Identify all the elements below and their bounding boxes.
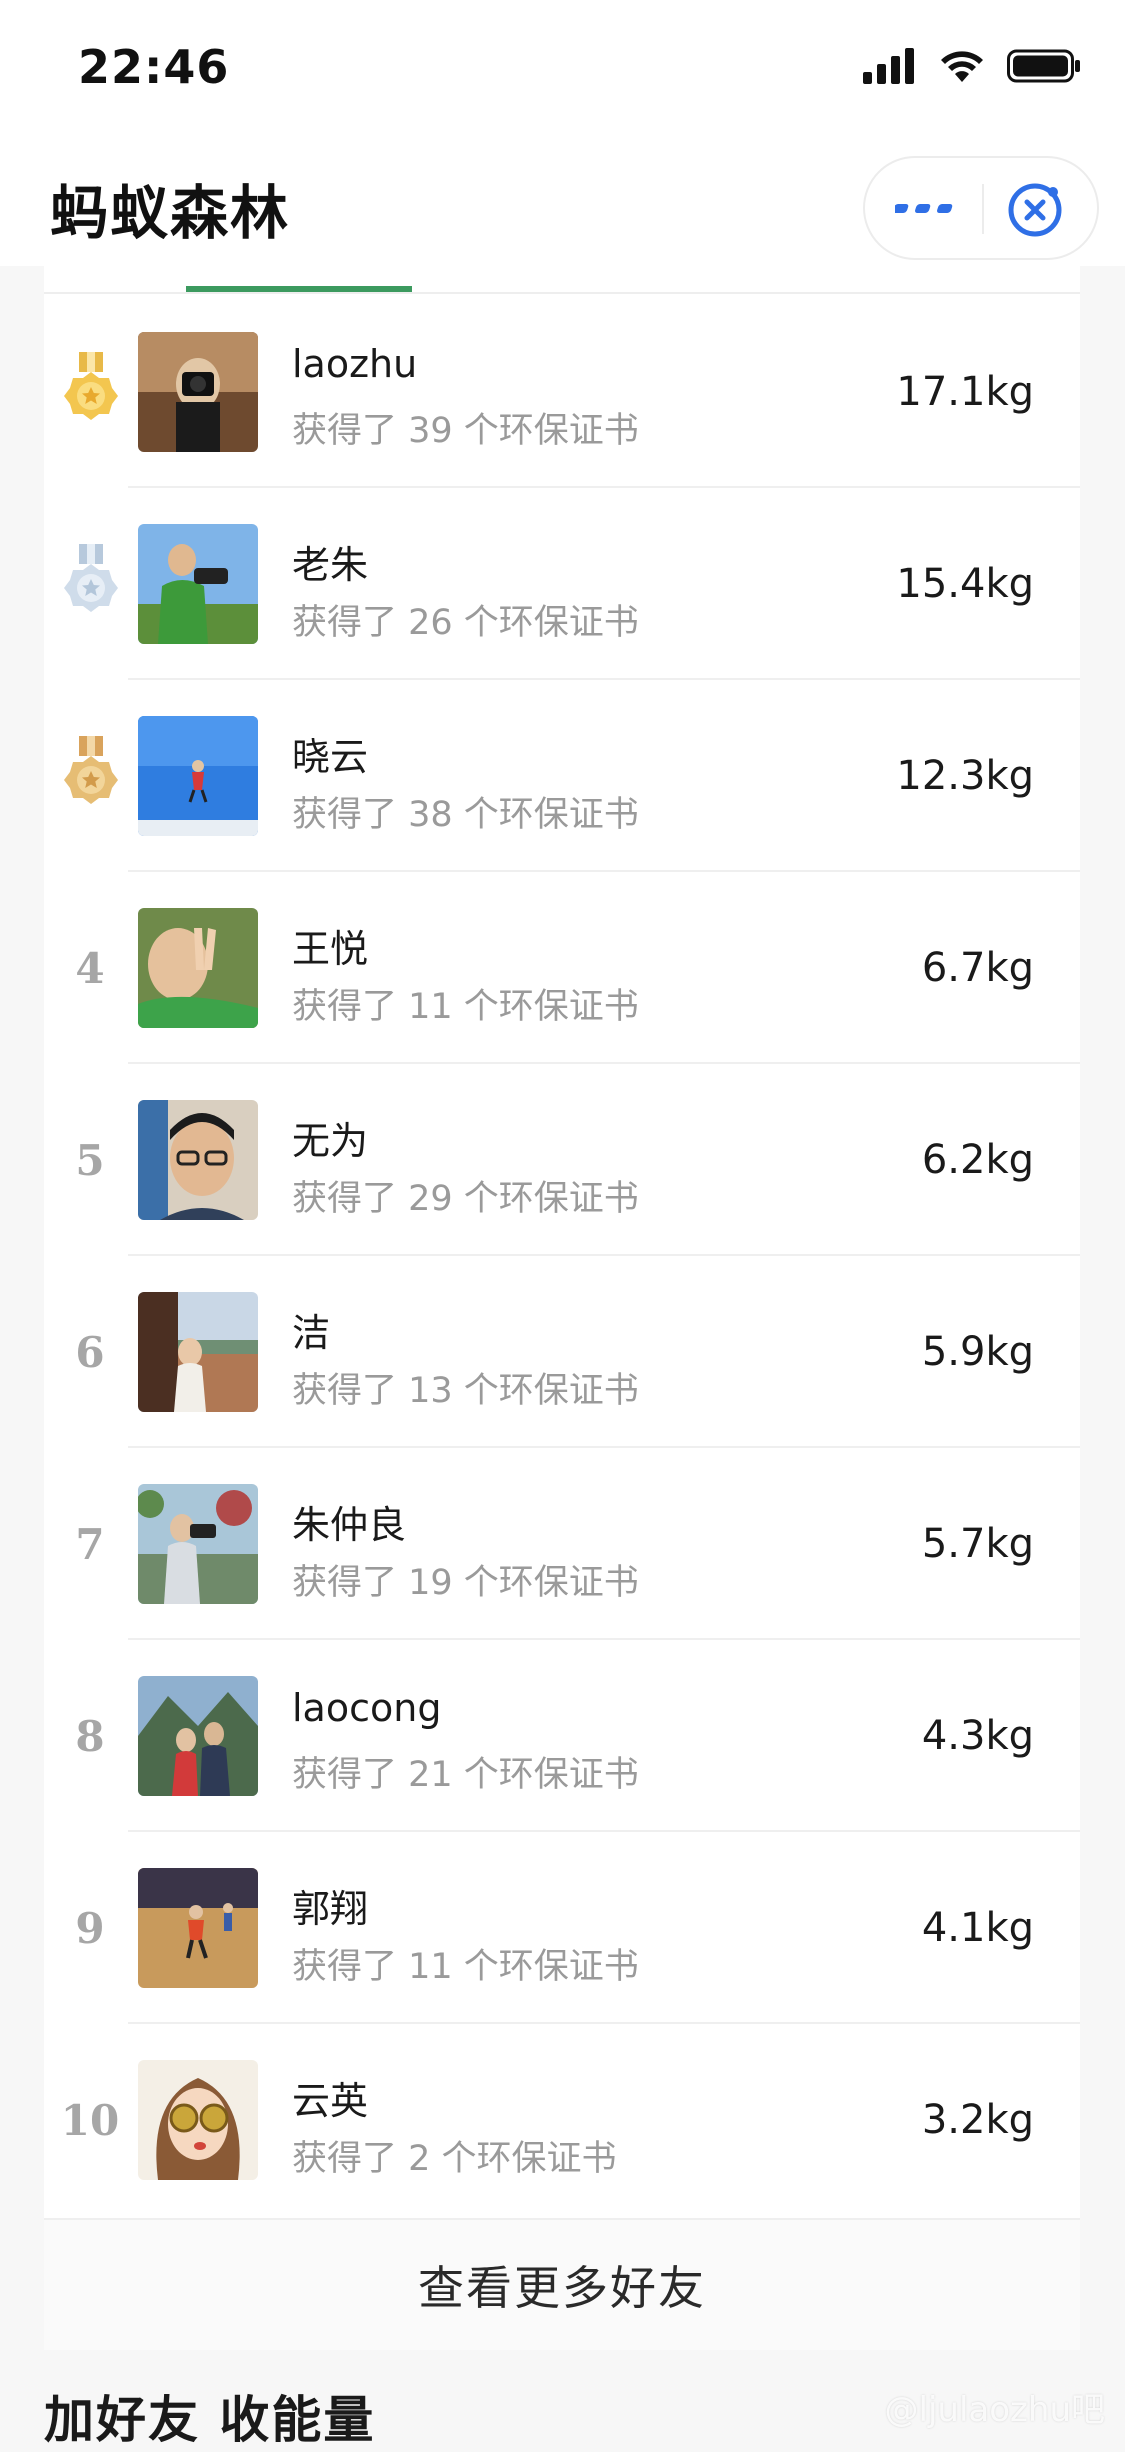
avatar	[138, 1484, 258, 1604]
energy-amount: 4.1kg	[921, 1905, 1034, 1951]
more-button[interactable]	[892, 192, 961, 226]
avatar	[138, 524, 258, 644]
friend-name: 云英	[292, 2079, 369, 2123]
energy-amount: 12.3kg	[896, 753, 1034, 799]
rank-number: 5	[75, 1135, 105, 1185]
close-icon	[1008, 183, 1062, 237]
more-icon	[892, 204, 953, 213]
certificate-count: 获得了 19 个环保证书	[292, 1563, 639, 1603]
friend-name: laocong	[292, 1686, 442, 1730]
silver-medal-icon	[64, 544, 118, 612]
certificate-count: 获得了 29 个环保证书	[292, 1179, 639, 1219]
tab-divider	[44, 292, 1080, 294]
certificate-count: 获得了 21 个环保证书	[292, 1755, 639, 1795]
ranking-row[interactable]: 6 洁 获得了 13 个环保证书 5.9kg	[44, 1256, 1080, 1448]
friend-name: 老朱	[292, 543, 369, 587]
rank-number: 10	[60, 2095, 120, 2145]
view-more-friends-button[interactable]: 查看更多好友	[44, 2218, 1080, 2350]
ranking-row[interactable]: laozhu 获得了 39 个环保证书 17.1kg	[44, 296, 1080, 488]
rank-number: 7	[75, 1519, 105, 1569]
energy-amount: 3.2kg	[921, 2097, 1034, 2143]
friend-name: laozhu	[292, 342, 418, 386]
ranking-row[interactable]: 7 朱仲良 获得了 19 个环保证书 5.7kg	[44, 1448, 1080, 1640]
capsule-divider	[982, 184, 984, 234]
rank-number: 6	[75, 1327, 105, 1377]
energy-amount: 17.1kg	[896, 369, 1034, 415]
certificate-count: 获得了 11 个环保证书	[292, 1947, 639, 1987]
certificate-count: 获得了 11 个环保证书	[292, 987, 639, 1027]
section-title: 加好友 收能量	[44, 2391, 376, 2449]
rank-number: 8	[75, 1711, 105, 1761]
avatar	[138, 908, 258, 1028]
energy-amount: 4.3kg	[921, 1713, 1034, 1759]
gold-medal-icon	[64, 352, 118, 420]
battery-icon	[1007, 49, 1080, 83]
friend-name: 郭翔	[292, 1887, 369, 1931]
friend-name: 晓云	[292, 735, 369, 779]
signal-icon	[863, 48, 914, 84]
certificate-count: 获得了 13 个环保证书	[292, 1371, 639, 1411]
energy-amount: 6.7kg	[921, 945, 1034, 991]
ranking-row[interactable]: 9 郭翔 获得了 11 个环保证书 4.1kg	[44, 1832, 1080, 2024]
energy-amount: 5.7kg	[921, 1521, 1034, 1567]
status-icons	[863, 46, 1081, 86]
avatar	[138, 1868, 258, 1988]
ranking-row[interactable]: 老朱 获得了 26 个环保证书 15.4kg	[44, 488, 1080, 680]
bronze-medal-icon	[64, 736, 118, 804]
friend-name: 无为	[292, 1119, 369, 1163]
energy-amount: 6.2kg	[921, 1137, 1034, 1183]
page-title: 蚂蚁森林	[50, 179, 291, 247]
certificate-count: 获得了 38 个环保证书	[292, 795, 639, 835]
ranking-row[interactable]: 晓云 获得了 38 个环保证书 12.3kg	[44, 680, 1080, 872]
friend-name: 朱仲良	[292, 1503, 407, 1547]
ranking-row[interactable]: 5 无为 获得了 29 个环保证书 6.2kg	[44, 1064, 1080, 1256]
certificate-count: 获得了 26 个环保证书	[292, 603, 639, 643]
close-button[interactable]	[1005, 180, 1065, 240]
energy-amount: 15.4kg	[896, 561, 1034, 607]
ranking-row[interactable]: 10 云英 获得了 2 个环保证书 3.2kg	[44, 2024, 1080, 2216]
watermark: @ljulaozhu吧	[884, 2390, 1105, 2430]
avatar	[138, 332, 258, 452]
avatar	[138, 1676, 258, 1796]
avatar	[138, 2060, 258, 2180]
rank-number: 4	[75, 943, 105, 993]
mini-program-capsule	[863, 156, 1099, 260]
friend-name: 王悦	[292, 927, 369, 971]
ranking-list: laozhu 获得了 39 个环保证书 17.1kg 老朱 获得了 26 个环保…	[44, 296, 1080, 2216]
status-time: 22:46	[78, 40, 230, 94]
rank-number: 9	[75, 1903, 105, 1953]
title-bar: 蚂蚁森林	[0, 140, 1125, 266]
wifi-icon	[941, 51, 983, 82]
ranking-row[interactable]: 8 laocong 获得了 21 个环保证书 4.3kg	[44, 1640, 1080, 1832]
certificate-count: 获得了 2 个环保证书	[292, 2139, 617, 2179]
status-bar: 22:46	[0, 0, 1125, 140]
energy-amount: 5.9kg	[921, 1329, 1034, 1375]
ranking-row[interactable]: 4 王悦 获得了 11 个环保证书 6.7kg	[44, 872, 1080, 1064]
certificate-count: 获得了 39 个环保证书	[292, 411, 639, 451]
avatar	[138, 1292, 258, 1412]
avatar	[138, 716, 258, 836]
friend-ranking-card: laozhu 获得了 39 个环保证书 17.1kg 老朱 获得了 26 个环保…	[44, 266, 1080, 2350]
avatar	[138, 1100, 258, 1220]
friend-name: 洁	[292, 1311, 331, 1355]
